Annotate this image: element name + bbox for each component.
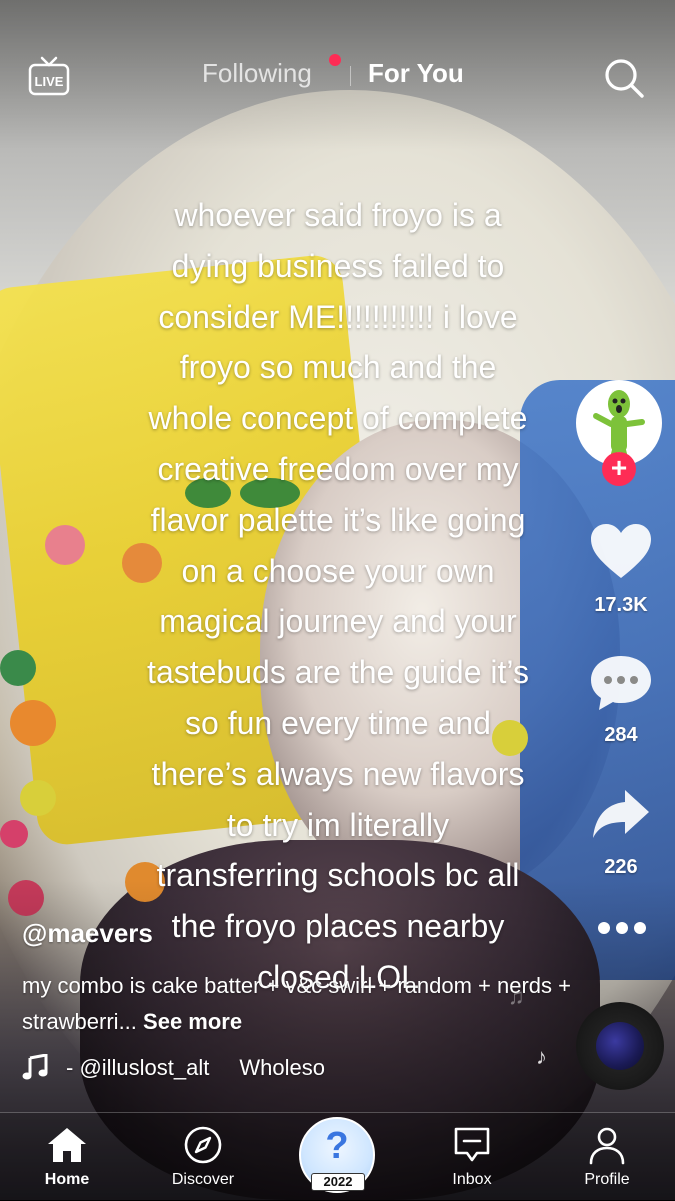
tab-following[interactable]: Following [202, 58, 312, 89]
more-options-icon[interactable] [596, 920, 648, 936]
tab-for-you[interactable]: For You [368, 58, 464, 89]
share-count: 226 [604, 856, 638, 878]
tab-divider [350, 66, 351, 86]
video-text-overlay: whoever said froyo is a dying business f… [147, 197, 529, 995]
sound-credit: - @illuslost_alt [66, 1055, 210, 1080]
tab-profile-label: Profile [584, 1171, 630, 1188]
comment-count: 284 [604, 724, 638, 746]
post-description[interactable]: my combo is cake batter + v&c swirl + ra… [22, 968, 582, 1040]
tab-profile[interactable]: Profile [547, 1125, 667, 1189]
heart-icon [591, 524, 651, 578]
floating-note-icon: ♪ [536, 1044, 547, 1069]
tab-discover[interactable]: Discover [143, 1125, 263, 1189]
compass-icon [184, 1126, 222, 1164]
tab-home-label: Home [44, 1171, 90, 1188]
center-badge-label: 2022 [311, 1173, 365, 1191]
home-icon [48, 1128, 86, 1162]
music-note-icon [22, 1054, 48, 1080]
candy-dot [10, 700, 56, 746]
search-icon[interactable] [603, 57, 645, 99]
floating-note-icon: ♫ [508, 984, 525, 1009]
see-more-link[interactable]: See more [143, 1009, 242, 1034]
share-arrow-icon [593, 790, 649, 838]
description-text: my combo is cake batter + v&c swirl + ra… [22, 973, 572, 1034]
comment-button[interactable]: 284 [576, 654, 666, 747]
sound-ticker[interactable]: - @illuslost_alt Wholeso [22, 1054, 382, 1081]
sound-cover [596, 1022, 644, 1070]
profile-icon [589, 1127, 625, 1165]
tab-home[interactable]: Home [7, 1125, 127, 1189]
like-count: 17.3K [594, 594, 648, 616]
comment-icon [591, 656, 651, 710]
question-mark-icon: ? [325, 1125, 349, 1167]
candy-dot [45, 525, 85, 565]
candy-dot [0, 650, 36, 686]
like-button[interactable]: 17.3K [576, 522, 666, 617]
sound-title: Wholeso [239, 1055, 325, 1080]
candy-dot [0, 820, 28, 848]
creator-username[interactable]: @maevers [22, 918, 153, 949]
follow-plus-button[interactable]: + [602, 452, 636, 486]
tab-inbox[interactable]: Inbox [412, 1125, 532, 1189]
share-button[interactable]: 226 [576, 786, 666, 879]
tab-inbox-label: Inbox [452, 1171, 492, 1188]
tab-discover-label: Discover [171, 1171, 235, 1188]
new-content-dot [329, 54, 341, 66]
center-create-button[interactable]: ? 2022 [299, 1117, 375, 1193]
sound-record-disc[interactable] [576, 1002, 664, 1090]
feed-tabs: Following For You [0, 54, 675, 98]
inbox-icon [454, 1127, 490, 1162]
candy-dot [20, 780, 56, 816]
